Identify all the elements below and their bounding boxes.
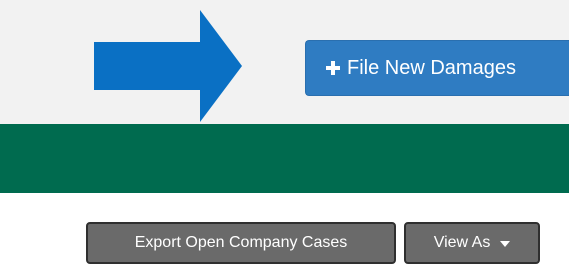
export-button-label: Export Open Company Cases bbox=[134, 234, 348, 251]
plus-icon bbox=[326, 61, 340, 75]
caret-down-icon bbox=[500, 241, 511, 247]
right-arrow-icon bbox=[94, 10, 242, 122]
green-banner bbox=[0, 124, 569, 193]
view-as-label: View As bbox=[433, 234, 491, 251]
file-new-damages-label: File New Damages bbox=[347, 56, 516, 79]
file-new-damages-button[interactable]: File New Damages bbox=[305, 40, 569, 96]
view-as-dropdown-button[interactable]: View As bbox=[404, 222, 540, 264]
export-open-company-cases-button[interactable]: Export Open Company Cases bbox=[86, 222, 396, 264]
